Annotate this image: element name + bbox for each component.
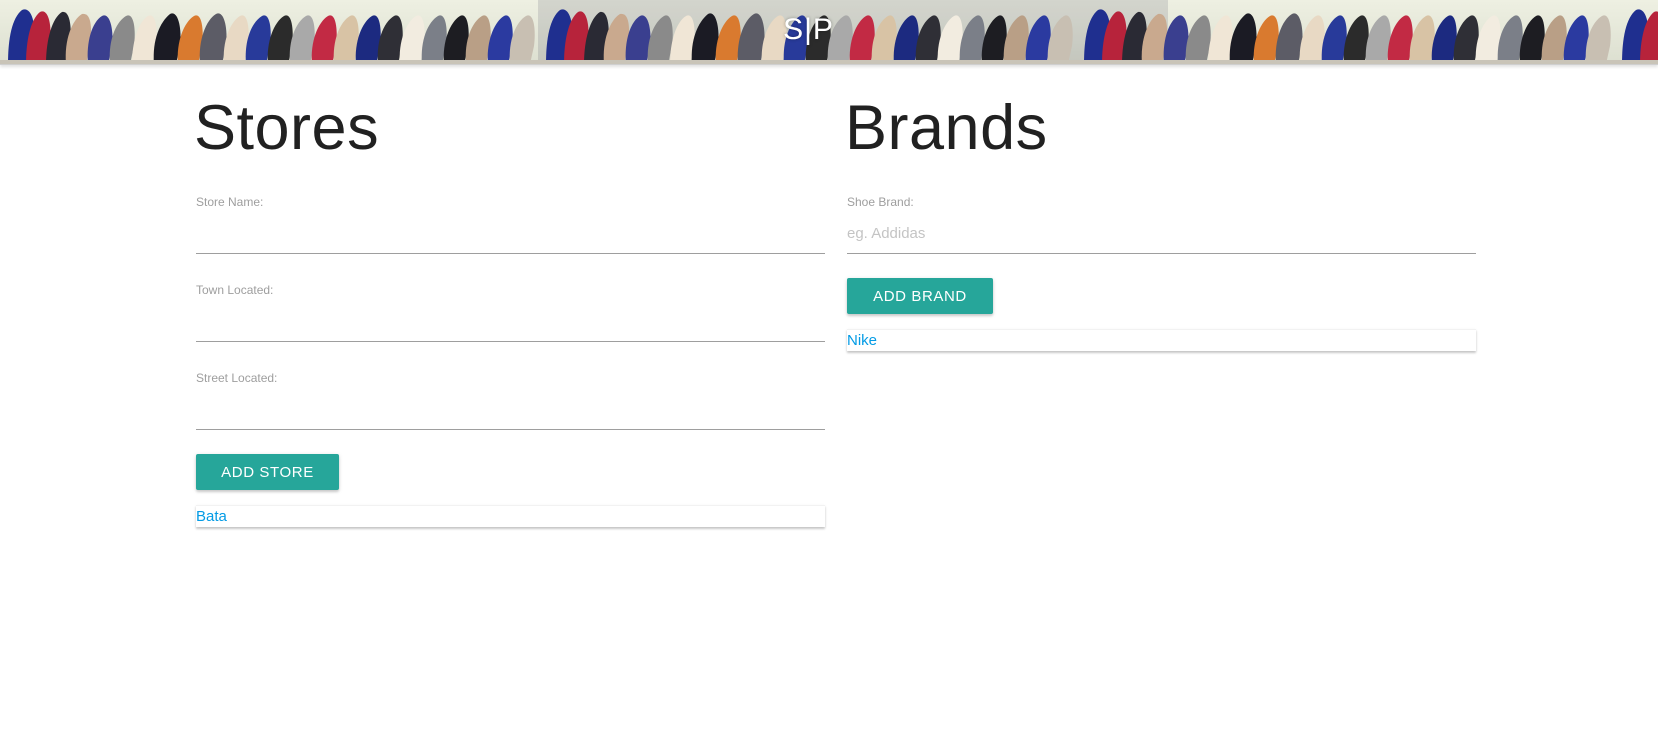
town-located-label: Town Located: xyxy=(196,283,274,297)
street-located-label: Street Located: xyxy=(196,371,278,385)
brand-link[interactable]: Nike xyxy=(847,331,877,350)
stores-title: Stores xyxy=(194,93,380,163)
store-list-item: Bata xyxy=(196,505,825,527)
town-located-input[interactable] xyxy=(196,301,825,342)
site-logo[interactable]: S|P xyxy=(0,12,1617,48)
street-located-input[interactable] xyxy=(196,389,825,430)
header-banner: S|P xyxy=(0,0,1658,65)
shoe-brand-label: Shoe Brand: xyxy=(847,195,914,209)
store-name-label: Store Name: xyxy=(196,195,264,209)
shoe-brand-field: Shoe Brand: xyxy=(847,195,1476,260)
brand-list-item: Nike xyxy=(847,329,1476,351)
add-store-button[interactable]: ADD STORE xyxy=(196,454,339,490)
store-name-input[interactable] xyxy=(196,213,825,254)
brands-title: Brands xyxy=(845,93,1048,163)
add-brand-button[interactable]: ADD BRAND xyxy=(847,278,993,314)
town-located-field: Town Located: xyxy=(196,283,825,348)
street-located-field: Street Located: xyxy=(196,371,825,436)
store-name-field: Store Name: xyxy=(196,195,825,260)
shoe-brand-input[interactable] xyxy=(847,213,1476,254)
store-link[interactable]: Bata xyxy=(196,507,227,526)
